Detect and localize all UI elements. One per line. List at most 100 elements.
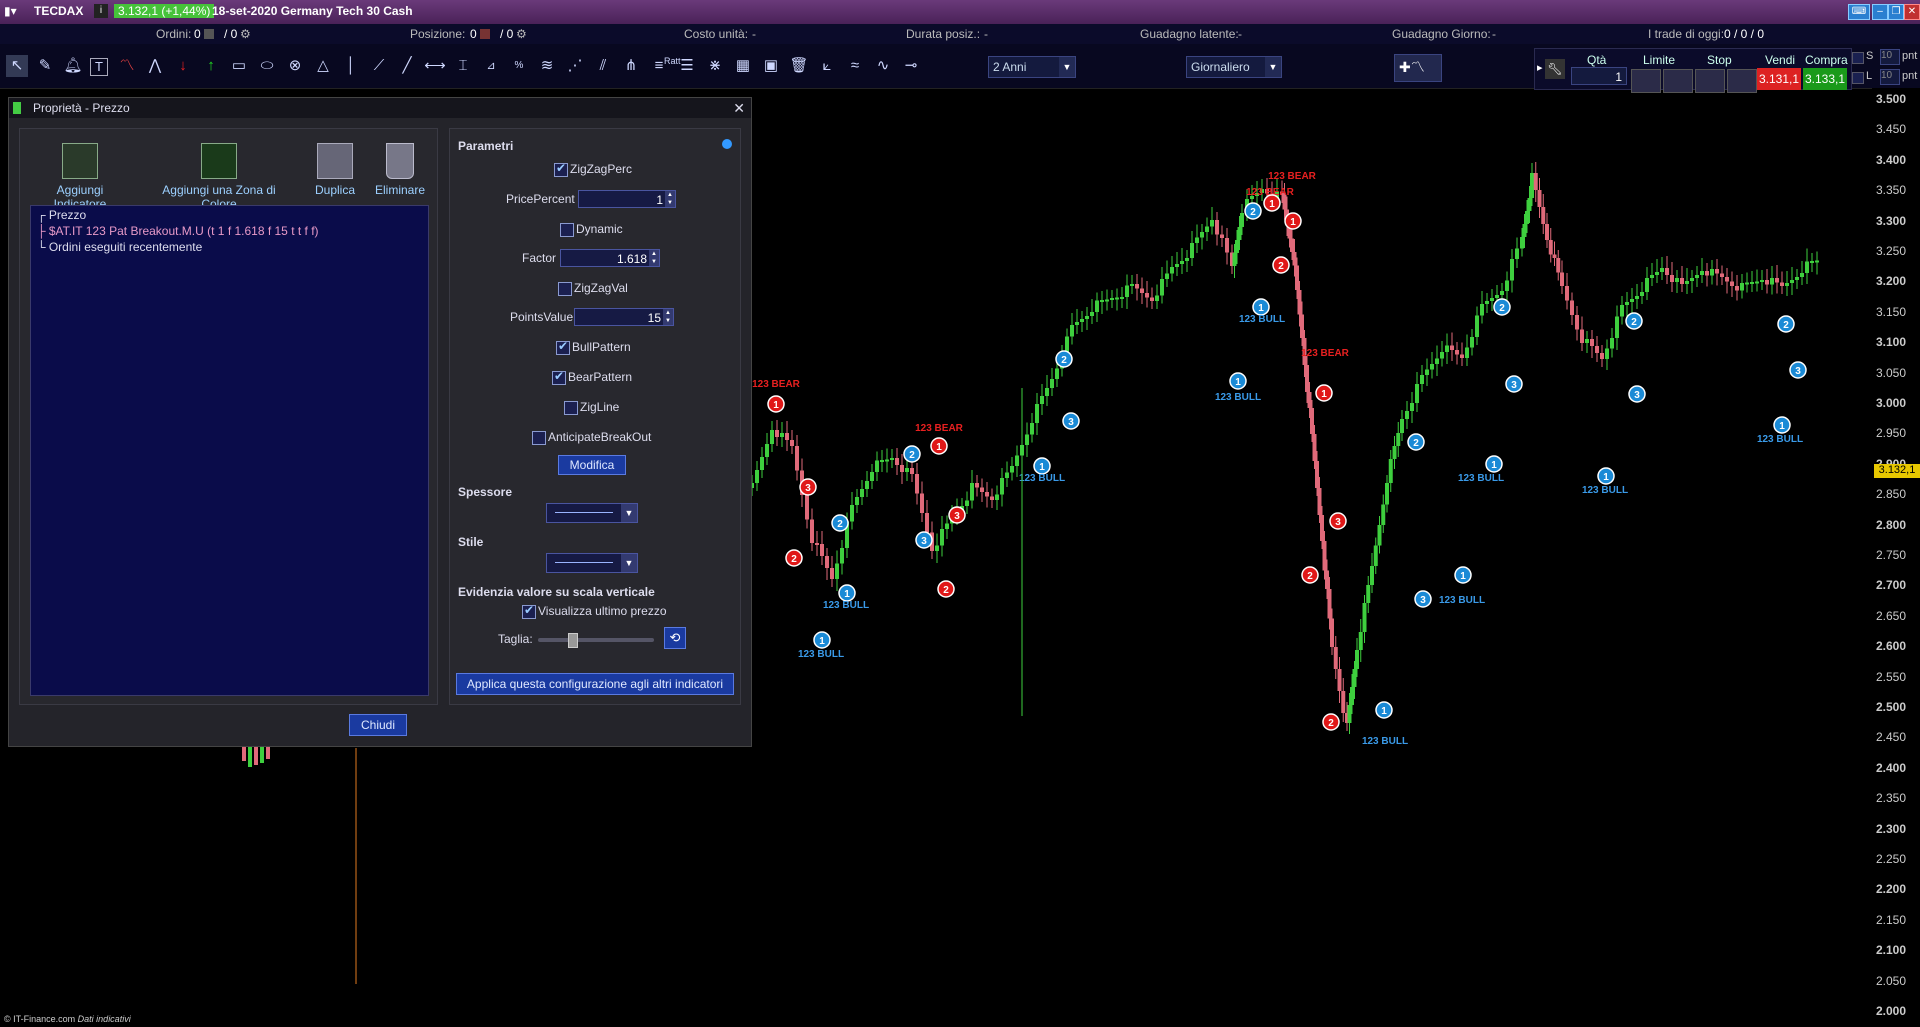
style-select[interactable]: ▼ [546, 553, 638, 573]
measure-icon[interactable]: ⊸ [900, 55, 922, 77]
close-window-icon[interactable]: ✕ [1904, 4, 1920, 20]
size-slider[interactable] [538, 638, 654, 642]
restore-icon[interactable]: ❐ [1888, 4, 1904, 20]
trash-icon[interactable]: 🗑︎ [788, 55, 810, 77]
s-checkbox[interactable] [1852, 52, 1864, 64]
candle-body [1366, 585, 1371, 603]
pitchfork-icon[interactable]: ⋔ [620, 55, 642, 77]
arrow-up-icon[interactable]: ↑ [200, 55, 222, 77]
candle-body [1465, 347, 1469, 358]
keyboard-icon[interactable]: ⌨ [1848, 4, 1870, 20]
help-icon[interactable] [722, 139, 732, 149]
anticipate-checkbox[interactable] [532, 431, 546, 445]
buy-button[interactable]: 3.133,1 [1803, 68, 1847, 90]
bull-pattern-label: 123 BULL [1239, 314, 1285, 325]
info-icon[interactable]: i [94, 4, 108, 18]
panel-arrow-icon[interactable]: ▸ [1537, 61, 1543, 74]
candle-body [1740, 283, 1744, 291]
factor-input[interactable]: 1.618 ▲ ▼ [560, 249, 660, 267]
segment-icon[interactable]: ⟋ [368, 55, 390, 77]
close-position-icon[interactable] [480, 29, 490, 39]
l-qty-input[interactable]: 10 [1880, 69, 1900, 85]
candle-body [1635, 296, 1639, 299]
close-icon[interactable]: ✕ [733, 98, 745, 118]
pointsvalue-input[interactable]: 15 ▲ ▼ [574, 308, 674, 326]
thickness-select[interactable]: ▼ [546, 503, 638, 523]
bull-pattern-label: 123 BULL [1757, 434, 1803, 445]
bearpattern-checkbox[interactable] [552, 369, 566, 385]
l-checkbox[interactable] [1852, 72, 1864, 84]
size-slider-thumb[interactable] [568, 633, 578, 648]
retracement-icon[interactable]: ☰ [676, 55, 698, 77]
minimize-icon[interactable]: – [1872, 4, 1888, 20]
wrench-icon[interactable]: 🔧︎ [1545, 59, 1565, 79]
add-indicator-button[interactable]: Aggiungi Indicatore [30, 143, 130, 211]
percent-tool-icon[interactable]: % [508, 55, 530, 77]
s-qty-input[interactable]: 10 [1880, 49, 1900, 65]
qty-input[interactable]: 1 [1571, 67, 1627, 85]
bullpattern-checkbox[interactable] [556, 339, 570, 355]
waves-icon[interactable]: ≈ [844, 55, 866, 77]
candle-body [1556, 258, 1561, 273]
zigzagval-checkbox[interactable] [558, 282, 572, 296]
ellipse-icon[interactable]: ⬭ [256, 55, 278, 77]
dialog-title-bar[interactable]: Proprietà - Prezzo ✕ [9, 98, 751, 118]
zigzag-icon[interactable]: ⋀ [144, 55, 166, 77]
pointer-icon[interactable]: ↖ [6, 55, 28, 77]
tree-item-price[interactable]: ┌ Prezzo [37, 208, 86, 222]
bull-marker-number: 2 [1250, 207, 1256, 218]
window-menu-icon[interactable]: ▮▾ [4, 4, 17, 18]
interval-select[interactable]: Giornaliero ▼ [1186, 56, 1282, 78]
close-button[interactable]: Chiudi [349, 714, 407, 736]
horizontal-segment-icon[interactable]: ⟷ [424, 55, 446, 77]
grid-icon[interactable]: ▦ [732, 55, 754, 77]
price-tick-label: 2.400 [1876, 760, 1907, 775]
symbol-label[interactable]: TECDAX [34, 4, 83, 18]
candle-body [920, 493, 924, 513]
position-settings-icon[interactable]: ⚙ [516, 27, 527, 41]
add-indicator-menu-button[interactable]: ✚〽 [1394, 54, 1442, 82]
modify-button[interactable]: Modifica [558, 455, 626, 475]
gann-icon[interactable]: ⋇ [704, 55, 726, 77]
show-last-price-checkbox[interactable] [522, 603, 536, 619]
ruler-icon[interactable]: ✎ [34, 55, 56, 77]
tree-item-orders[interactable]: └ Ordini eseguiti recentemente [37, 240, 202, 254]
cursor-line-icon[interactable]: ⌶ [452, 55, 474, 77]
alert-bell-icon[interactable]: 🔔︎ [62, 55, 84, 77]
line-icon[interactable]: ╱ [396, 55, 418, 77]
dynamic-checkbox[interactable] [560, 223, 574, 237]
reset-icon[interactable]: ⟲ [664, 627, 686, 649]
price-axis[interactable]: 3.500 3.450 3.400 3.350 3.300 3.250 3.200 3.150… [1872, 88, 1920, 1027]
gann-grid-icon[interactable]: ⟀ [816, 55, 838, 77]
apply-all-button[interactable]: Applica questa configurazione agli altri… [456, 673, 734, 695]
pricepercent-input[interactable]: 1 ▲ ▼ [578, 190, 676, 208]
price-tick-label: 3.300 [1876, 213, 1907, 228]
fan-icon[interactable]: ⋰ [564, 55, 586, 77]
tree-item-indicator[interactable]: ├ $AT.IT 123 Pat Breakout.M.U (t 1 f 1.6… [37, 224, 319, 238]
rectangle-icon[interactable]: ▭ [228, 55, 250, 77]
candle-body [1085, 316, 1089, 319]
trend-icon[interactable]: 〽 [116, 55, 138, 77]
arrow-down-icon[interactable]: ↓ [172, 55, 194, 77]
screenshot-icon[interactable]: ▣ [760, 55, 782, 77]
fibo-icon[interactable]: ≋ [536, 55, 558, 77]
triangle-icon[interactable]: △ [312, 55, 334, 77]
vertical-line-icon[interactable]: │ [340, 55, 362, 77]
candle-body [785, 433, 789, 440]
fib-fan-icon[interactable]: ⊿ [480, 55, 502, 77]
cancel-orders-icon[interactable] [204, 29, 214, 39]
channel-icon[interactable]: ⫽ [592, 55, 614, 77]
zigzagperc-checkbox[interactable] [554, 161, 568, 177]
orders-settings-icon[interactable]: ⚙ [240, 27, 251, 41]
period-select[interactable]: 2 Anni ▼ [988, 56, 1076, 78]
candle-body [1115, 297, 1119, 300]
sell-button[interactable]: 3.131,1 [1757, 68, 1801, 90]
duplicate-button[interactable]: Duplica [310, 143, 360, 197]
zigline-checkbox[interactable] [564, 401, 578, 415]
candle-body [810, 519, 814, 543]
circle-x-icon[interactable]: ⊗ [284, 55, 306, 77]
delete-button[interactable]: Eliminare [370, 143, 430, 197]
add-color-zone-button[interactable]: Aggiungi una Zona di Colore [144, 143, 294, 211]
text-tool-icon[interactable]: T [90, 58, 108, 76]
cycles-icon[interactable]: ∿ [872, 55, 894, 77]
